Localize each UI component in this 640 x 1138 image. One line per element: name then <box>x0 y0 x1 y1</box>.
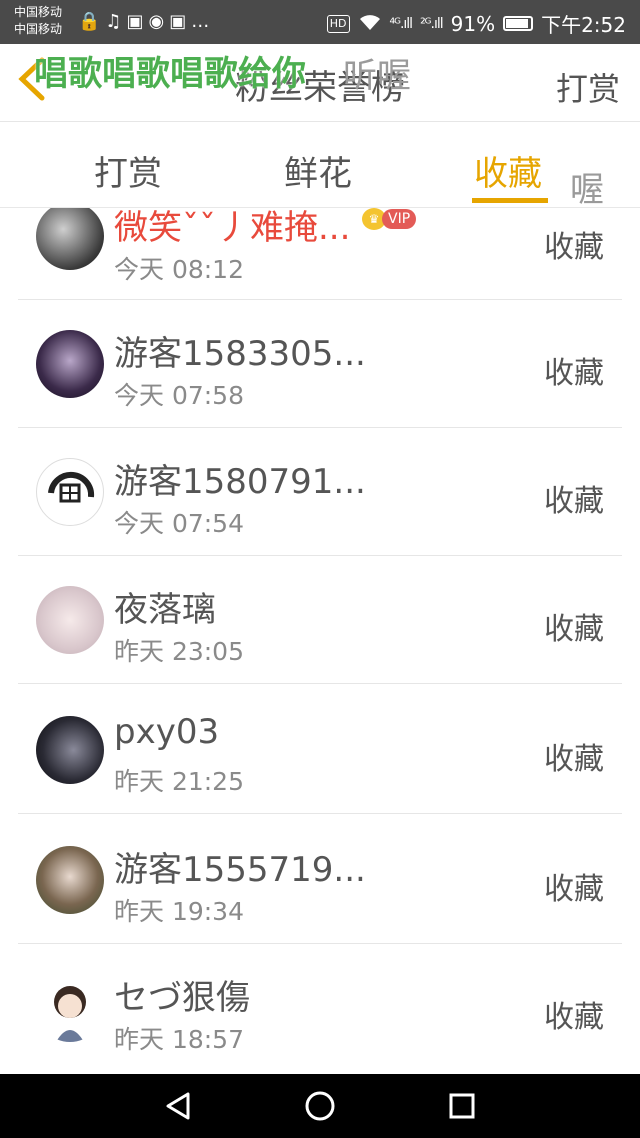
status-right: HD ⁴ᴳ.ıll ²ᴳ.ıll 91% 下午2:52 <box>326 9 626 38</box>
overlay-text-green: 唱歌唱歌唱歌给你 <box>34 54 306 94</box>
fan-list: 微笑ˇˇ丿难掩... ♛ VIP 今天 08:12 收藏 游客1583305..… <box>0 208 640 1074</box>
carrier-2: 中国移动 <box>14 22 63 36</box>
reward-button[interactable]: 打赏 <box>556 64 620 110</box>
tab-bar: 打赏 鲜花 收藏 喔 <box>0 122 640 210</box>
clock: 下午2:52 <box>541 13 626 37</box>
user-name: 游客1583305... <box>114 334 366 374</box>
item-time: 昨天 23:05 <box>114 637 244 666</box>
carrier-labels: 中国移动 中国移动 <box>14 4 62 38</box>
list-item[interactable]: 游客1555719... 昨天 19:34 收藏 <box>18 816 622 944</box>
avatar <box>36 974 104 1042</box>
nav-back-button[interactable] <box>160 1088 196 1124</box>
user-name: セづ狠傷 <box>114 978 250 1018</box>
triangle-back-icon <box>166 1092 190 1120</box>
item-action: 收藏 <box>544 356 604 391</box>
user-name: pxy03 <box>114 712 220 752</box>
item-time: 今天 07:58 <box>114 381 244 410</box>
signal-icon-2: ²ᴳ.ıll <box>420 15 444 32</box>
avatar <box>36 458 104 526</box>
ink-circle-icon <box>48 471 95 503</box>
user-name: 游客1555719... <box>114 850 366 890</box>
avatar <box>36 846 104 914</box>
battery-icon <box>503 16 534 31</box>
item-time: 今天 07:54 <box>114 509 244 538</box>
user-name: 游客1580791... <box>114 462 366 502</box>
user-name: 夜落璃 <box>114 590 216 630</box>
carrier-1: 中国移动 <box>14 5 63 19</box>
battery-level: 91% <box>450 11 496 36</box>
list-item[interactable]: セづ狠傷 昨天 18:57 收藏 <box>18 944 622 1072</box>
item-action: 收藏 <box>544 1000 604 1035</box>
list-item[interactable]: 游客1580791... 今天 07:54 收藏 <box>18 428 622 556</box>
avatar <box>36 586 104 654</box>
notification-icons: 🔒♫▣◉▣… <box>78 11 215 32</box>
system-nav-bar <box>0 1074 640 1138</box>
wifi-icon <box>358 12 382 36</box>
item-action: 收藏 <box>544 612 604 647</box>
list-item[interactable]: 游客1583305... 今天 07:58 收藏 <box>18 300 622 428</box>
avatar <box>36 716 104 784</box>
overlay-text-grey: 听喔 <box>343 56 411 96</box>
avatar <box>36 208 104 270</box>
nav-recents-button[interactable] <box>444 1088 480 1124</box>
list-item[interactable]: 夜落璃 昨天 23:05 收藏 <box>18 556 622 684</box>
user-name: 微笑ˇˇ丿难掩... <box>114 208 351 248</box>
nav-home-button[interactable] <box>302 1088 338 1124</box>
item-time: 昨天 18:57 <box>114 1025 244 1054</box>
tab-flowers[interactable]: 鲜花 <box>284 146 352 195</box>
status-bar: 中国移动 中国移动 🔒♫▣◉▣… HD ⁴ᴳ.ıll ²ᴳ.ıll 91% 下午… <box>0 0 640 44</box>
tab-favorites[interactable]: 收藏 <box>474 146 542 195</box>
signal-icon-1: ⁴ᴳ.ıll <box>389 15 414 32</box>
avatar <box>36 330 104 398</box>
square-recents-icon <box>449 1093 475 1119</box>
item-time: 昨天 21:25 <box>114 767 244 796</box>
item-action: 收藏 <box>544 872 604 907</box>
list-item[interactable]: pxy03 昨天 21:25 收藏 <box>18 686 622 814</box>
hd-icon: HD <box>326 14 350 33</box>
circle-home-icon <box>305 1091 335 1121</box>
list-item[interactable]: 微笑ˇˇ丿难掩... ♛ VIP 今天 08:12 收藏 <box>18 208 622 300</box>
chibi-avatar-icon <box>54 986 86 1042</box>
item-action: 收藏 <box>544 484 604 519</box>
item-action: 收藏 <box>544 230 604 265</box>
vip-badge: ♛ VIP <box>362 208 417 230</box>
item-time: 今天 08:12 <box>114 255 244 284</box>
overlay-text-tab: 喔 <box>570 170 604 210</box>
item-action: 收藏 <box>544 742 604 777</box>
vip-label: VIP <box>382 209 417 229</box>
item-time: 昨天 19:34 <box>114 897 244 926</box>
active-tab-indicator <box>472 198 548 203</box>
tab-reward[interactable]: 打赏 <box>94 146 162 195</box>
